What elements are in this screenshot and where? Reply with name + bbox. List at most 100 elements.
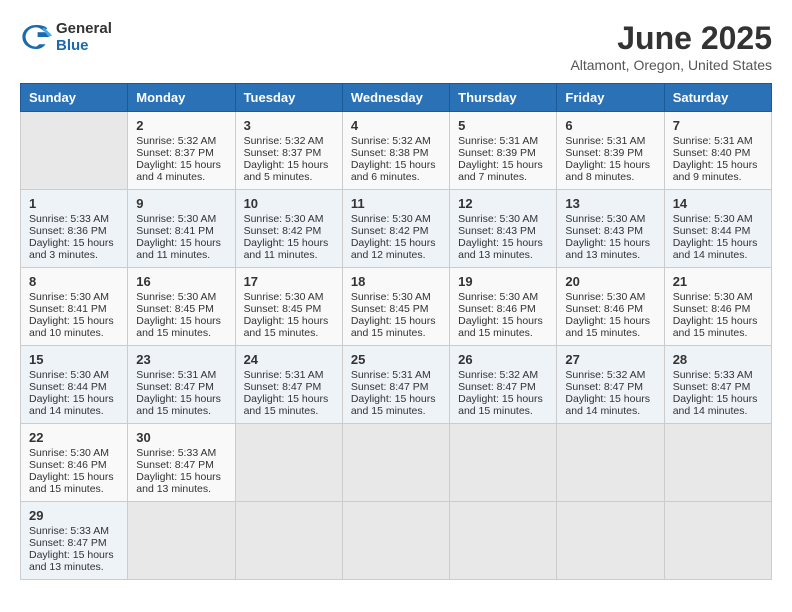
day-number: 6 [565, 118, 655, 133]
sunset-text: Sunset: 8:39 PM [565, 147, 643, 159]
sunrise-text: Sunrise: 5:30 AM [136, 291, 216, 303]
calendar-cell [450, 502, 557, 580]
calendar-cell: 17 Sunrise: 5:30 AM Sunset: 8:45 PM Dayl… [235, 268, 342, 346]
day-number: 22 [29, 430, 119, 445]
day-number: 21 [673, 274, 763, 289]
sunrise-text: Sunrise: 5:31 AM [673, 135, 753, 147]
calendar-cell: 15 Sunrise: 5:30 AM Sunset: 8:44 PM Dayl… [21, 346, 128, 424]
sunrise-text: Sunrise: 5:30 AM [244, 291, 324, 303]
calendar-header-row: Sunday Monday Tuesday Wednesday Thursday… [21, 84, 772, 112]
sunrise-text: Sunrise: 5:30 AM [351, 291, 431, 303]
logo-icon [20, 21, 52, 53]
sunrise-text: Sunrise: 5:30 AM [29, 447, 109, 459]
calendar-table: Sunday Monday Tuesday Wednesday Thursday… [20, 83, 772, 580]
daylight-text: Daylight: 15 hours and 13 minutes. [565, 237, 650, 261]
sunset-text: Sunset: 8:46 PM [673, 303, 751, 315]
calendar-cell [557, 502, 664, 580]
daylight-text: Daylight: 15 hours and 14 minutes. [673, 393, 758, 417]
sunset-text: Sunset: 8:44 PM [673, 225, 751, 237]
sunrise-text: Sunrise: 5:31 AM [351, 369, 431, 381]
calendar-cell: 19 Sunrise: 5:30 AM Sunset: 8:46 PM Dayl… [450, 268, 557, 346]
logo-general: General [56, 20, 112, 37]
sunrise-text: Sunrise: 5:33 AM [136, 447, 216, 459]
sunrise-text: Sunrise: 5:33 AM [29, 525, 109, 537]
day-number: 8 [29, 274, 119, 289]
daylight-text: Daylight: 15 hours and 15 minutes. [244, 393, 329, 417]
calendar-cell [128, 502, 235, 580]
daylight-text: Daylight: 15 hours and 13 minutes. [136, 471, 221, 495]
calendar-cell: 25 Sunrise: 5:31 AM Sunset: 8:47 PM Dayl… [342, 346, 449, 424]
sunset-text: Sunset: 8:47 PM [351, 381, 429, 393]
daylight-text: Daylight: 15 hours and 15 minutes. [136, 315, 221, 339]
daylight-text: Daylight: 15 hours and 5 minutes. [244, 159, 329, 183]
daylight-text: Daylight: 15 hours and 14 minutes. [29, 393, 114, 417]
sunrise-text: Sunrise: 5:30 AM [458, 213, 538, 225]
daylight-text: Daylight: 15 hours and 9 minutes. [673, 159, 758, 183]
calendar-cell [342, 502, 449, 580]
calendar-cell: 28 Sunrise: 5:33 AM Sunset: 8:47 PM Dayl… [664, 346, 771, 424]
sunset-text: Sunset: 8:47 PM [136, 381, 214, 393]
daylight-text: Daylight: 15 hours and 6 minutes. [351, 159, 436, 183]
col-sunday: Sunday [21, 84, 128, 112]
location: Altamont, Oregon, United States [570, 57, 772, 73]
sunrise-text: Sunrise: 5:31 AM [565, 135, 645, 147]
daylight-text: Daylight: 15 hours and 13 minutes. [29, 549, 114, 573]
calendar-cell [21, 112, 128, 190]
sunrise-text: Sunrise: 5:30 AM [351, 213, 431, 225]
daylight-text: Daylight: 15 hours and 13 minutes. [458, 237, 543, 261]
daylight-text: Daylight: 15 hours and 15 minutes. [458, 393, 543, 417]
day-number: 30 [136, 430, 226, 445]
sunset-text: Sunset: 8:42 PM [351, 225, 429, 237]
day-number: 12 [458, 196, 548, 211]
sunset-text: Sunset: 8:47 PM [136, 459, 214, 471]
sunset-text: Sunset: 8:47 PM [458, 381, 536, 393]
sunrise-text: Sunrise: 5:32 AM [458, 369, 538, 381]
day-number: 26 [458, 352, 548, 367]
day-number: 27 [565, 352, 655, 367]
calendar-cell: 24 Sunrise: 5:31 AM Sunset: 8:47 PM Dayl… [235, 346, 342, 424]
sunset-text: Sunset: 8:43 PM [565, 225, 643, 237]
logo-blue: Blue [56, 37, 112, 54]
calendar-cell: 29 Sunrise: 5:33 AM Sunset: 8:47 PM Dayl… [21, 502, 128, 580]
day-number: 4 [351, 118, 441, 133]
daylight-text: Daylight: 15 hours and 14 minutes. [565, 393, 650, 417]
col-wednesday: Wednesday [342, 84, 449, 112]
col-monday: Monday [128, 84, 235, 112]
sunset-text: Sunset: 8:41 PM [29, 303, 107, 315]
calendar-cell [235, 502, 342, 580]
day-number: 1 [29, 196, 119, 211]
calendar-cell: 26 Sunrise: 5:32 AM Sunset: 8:47 PM Dayl… [450, 346, 557, 424]
sunrise-text: Sunrise: 5:30 AM [673, 291, 753, 303]
day-number: 7 [673, 118, 763, 133]
daylight-text: Daylight: 15 hours and 15 minutes. [351, 393, 436, 417]
day-number: 11 [351, 196, 441, 211]
sunrise-text: Sunrise: 5:30 AM [29, 291, 109, 303]
sunrise-text: Sunrise: 5:30 AM [458, 291, 538, 303]
sunset-text: Sunset: 8:47 PM [565, 381, 643, 393]
daylight-text: Daylight: 15 hours and 15 minutes. [244, 315, 329, 339]
page-header: General Blue June 2025 Altamont, Oregon,… [20, 20, 772, 73]
sunset-text: Sunset: 8:41 PM [136, 225, 214, 237]
sunset-text: Sunset: 8:47 PM [244, 381, 322, 393]
daylight-text: Daylight: 15 hours and 12 minutes. [351, 237, 436, 261]
day-number: 29 [29, 508, 119, 523]
calendar-cell: 8 Sunrise: 5:30 AM Sunset: 8:41 PM Dayli… [21, 268, 128, 346]
sunset-text: Sunset: 8:45 PM [351, 303, 429, 315]
day-number: 9 [136, 196, 226, 211]
daylight-text: Daylight: 15 hours and 7 minutes. [458, 159, 543, 183]
calendar-cell: 10 Sunrise: 5:30 AM Sunset: 8:42 PM Dayl… [235, 190, 342, 268]
calendar-cell: 30 Sunrise: 5:33 AM Sunset: 8:47 PM Dayl… [128, 424, 235, 502]
sunrise-text: Sunrise: 5:32 AM [136, 135, 216, 147]
logo-text: General Blue [56, 20, 112, 54]
sunrise-text: Sunrise: 5:31 AM [244, 369, 324, 381]
day-number: 23 [136, 352, 226, 367]
sunrise-text: Sunrise: 5:33 AM [673, 369, 753, 381]
sunset-text: Sunset: 8:47 PM [673, 381, 751, 393]
logo: General Blue [20, 20, 112, 54]
sunset-text: Sunset: 8:39 PM [458, 147, 536, 159]
calendar-week-row: 15 Sunrise: 5:30 AM Sunset: 8:44 PM Dayl… [21, 346, 772, 424]
sunset-text: Sunset: 8:43 PM [458, 225, 536, 237]
calendar-cell [557, 424, 664, 502]
day-number: 2 [136, 118, 226, 133]
day-number: 15 [29, 352, 119, 367]
